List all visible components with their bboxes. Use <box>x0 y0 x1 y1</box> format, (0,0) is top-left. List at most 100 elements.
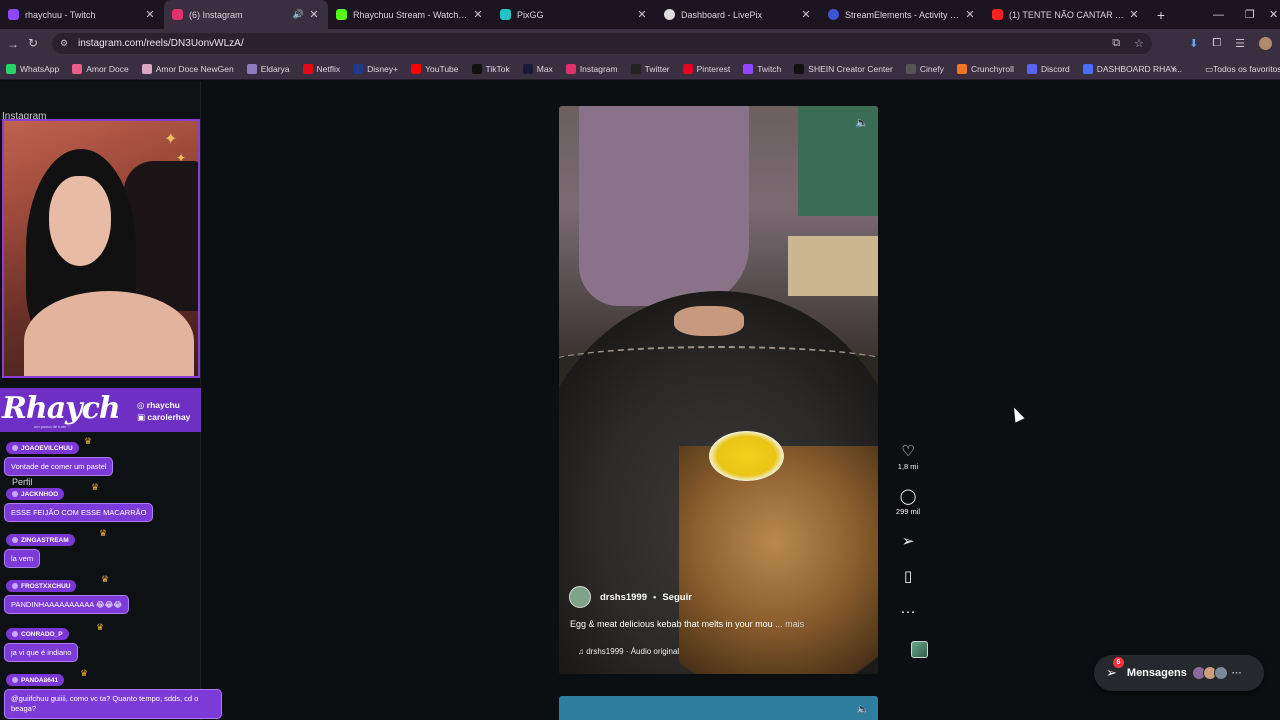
avatar <box>1213 666 1228 680</box>
caption-more-link[interactable]: ... mais <box>775 619 804 629</box>
bookmark-item[interactable]: Disney+ <box>353 63 398 74</box>
bookmark-item[interactable]: Twitter <box>630 63 670 74</box>
bookmark-item[interactable]: Cinefy <box>905 63 944 74</box>
youtube-icon <box>992 9 1003 20</box>
bookmark-item[interactable]: Crunchyroll <box>956 63 1014 74</box>
chat-username: PANDA8641 <box>6 674 65 686</box>
streamelements-icon <box>828 9 839 20</box>
mute-toggle-icon[interactable]: 🔈 <box>857 704 869 715</box>
profile-avatar[interactable] <box>1259 37 1272 50</box>
minimize-icon[interactable]: — <box>1213 0 1224 29</box>
bookmark-item[interactable]: Pinterest <box>682 63 730 74</box>
more-options-button[interactable]: ··· <box>888 604 928 620</box>
video-cook <box>579 106 749 306</box>
star-icon: ✦ <box>164 131 178 148</box>
install-app-icon[interactable]: ⧉ <box>1112 37 1120 50</box>
bookmark-item[interactable]: SHEIN Creator Center <box>794 63 893 74</box>
bookmark-label: SHEIN Creator Center <box>808 63 893 74</box>
messages-button[interactable]: ➢ 6 Mensagens ··· <box>1094 655 1264 691</box>
tab-kick[interactable]: Rhaychuu Stream - Watch Live ✕ <box>328 0 492 29</box>
tiktok-handle: ▣ carolerhay <box>137 412 191 422</box>
all-bookmarks-folder[interactable]: ▭ Todos os favoritos <box>1205 58 1280 80</box>
bookmark-item[interactable]: TikTok <box>471 63 510 74</box>
bookmark-item[interactable]: DASHBOARD RHAY... <box>1082 63 1182 74</box>
reel-caption: Egg & meat delicious kebab that melts in… <box>570 619 804 629</box>
tab-youtube[interactable]: (1) TENTE NÃO CANTAR AS 10 ✕ <box>984 0 1148 29</box>
reel-audio[interactable]: ♫ drshs1999 · Áudio original <box>578 647 679 656</box>
tab-label: rhaychuu - Twitch <box>25 9 96 20</box>
pixgg-icon <box>500 9 511 20</box>
close-icon[interactable]: ✕ <box>964 8 976 21</box>
like-button[interactable]: ♡ 1,8 mi <box>888 444 928 472</box>
like-count: 1,8 mi <box>897 462 919 471</box>
address-bar[interactable]: ⚙ instagram.com/reels/DN3UonvWLzA/ ⧉ ☆ <box>52 33 1152 54</box>
author-username[interactable]: drshs1999 <box>600 592 647 603</box>
comment-button[interactable]: ◯ 299 mil <box>888 488 928 517</box>
bookmarks-bar: WhatsApp Amor Doce Amor Doce NewGen Eldarya… <box>0 58 1280 80</box>
download-icon[interactable]: ⬇ <box>1189 37 1198 50</box>
reel-video[interactable]: 🔈 drshs1999 • Seguir Egg & meat deliciou… <box>559 106 878 674</box>
reload-icon[interactable]: ↻ <box>20 36 46 50</box>
tab-label: (6) Instagram <box>189 9 243 20</box>
next-reel-preview[interactable]: 🔈 <box>559 696 878 720</box>
video-hand <box>674 306 744 336</box>
close-icon[interactable]: ✕ <box>1128 8 1140 21</box>
tab-twitch[interactable]: rhaychuu - Twitch ✕ <box>0 0 164 29</box>
extensions-icon[interactable]: ⧠ <box>1212 37 1221 50</box>
media-controls-icon[interactable]: ☰ <box>1235 37 1245 50</box>
bookmark-label: Netflix <box>316 63 341 74</box>
speaker-icon[interactable]: 🔊 <box>293 9 304 20</box>
kick-icon <box>336 9 347 20</box>
save-button[interactable]: ▯ <box>888 569 928 585</box>
bookmark-item[interactable]: WhatsApp <box>6 63 59 74</box>
tab-livepix[interactable]: Dashboard - LivePix ✕ <box>656 0 820 29</box>
bookmark-item[interactable]: Max <box>522 63 553 74</box>
bookmarks-overflow-icon[interactable]: » <box>1172 58 1177 80</box>
bookmark-item[interactable]: Instagram <box>565 63 618 74</box>
bookmark-favicon-icon <box>1026 63 1037 74</box>
instagram-handle: ◎ rhaychu <box>137 400 180 410</box>
bookmark-label: Twitter <box>644 63 670 74</box>
follow-button[interactable]: Seguir <box>662 592 692 603</box>
bookmark-favicon-icon <box>353 63 364 74</box>
restore-icon[interactable]: ❐ <box>1245 0 1255 29</box>
bookmark-favicon-icon <box>565 63 576 74</box>
close-icon[interactable]: ✕ <box>800 8 812 21</box>
paper-plane-icon: ➢ <box>901 533 915 550</box>
bookmark-item[interactable]: YouTube <box>411 63 459 74</box>
chat-message: FROSTXXCHUU PANDINHAAAAAAAAAA 😂😂😂 ♛ <box>4 574 130 614</box>
ellipsis-icon: ··· <box>900 603 916 620</box>
tab-instagram[interactable]: (6) Instagram 🔊 ✕ <box>164 0 328 29</box>
author-avatar[interactable] <box>569 586 591 608</box>
chat-username: CONRADO_P <box>6 628 69 640</box>
tab-streamelements[interactable]: StreamElements - Activity feed ✕ <box>820 0 984 29</box>
close-icon[interactable]: ✕ <box>636 8 648 21</box>
share-button[interactable]: ➢ <box>888 534 928 550</box>
bookmark-favicon-icon <box>905 63 916 74</box>
bookmark-favicon-icon <box>411 63 422 74</box>
tab-label: Rhaychuu Stream - Watch Live <box>353 9 468 20</box>
site-info-icon[interactable]: ⚙ <box>60 38 72 49</box>
bookmark-item[interactable]: Discord <box>1026 63 1070 74</box>
close-icon[interactable]: ✕ <box>144 8 156 21</box>
chat-username: JACKNHOO <box>6 488 65 500</box>
tab-label: StreamElements - Activity feed <box>845 9 960 20</box>
mute-toggle-icon[interactable]: 🔈 <box>855 116 869 129</box>
bookmark-item[interactable]: Amor Doce NewGen <box>141 63 234 74</box>
bookmark-favicon-icon <box>630 63 641 74</box>
user-badge-icon <box>12 583 18 589</box>
bookmark-item[interactable]: Amor Doce <box>72 63 129 74</box>
bookmark-star-icon[interactable]: ☆ <box>1134 37 1144 50</box>
window-close-icon[interactable]: ✕ <box>1269 0 1278 29</box>
bookmark-item[interactable]: Netflix <box>302 63 341 74</box>
close-icon[interactable]: ✕ <box>308 8 320 21</box>
bookmark-item[interactable]: Twitch <box>743 63 781 74</box>
comment-icon: ◯ <box>899 488 917 505</box>
tab-pixgg[interactable]: PixGG ✕ <box>492 0 656 29</box>
bookmark-favicon-icon <box>1082 63 1093 74</box>
new-tab-button[interactable]: + <box>1148 7 1174 23</box>
close-icon[interactable]: ✕ <box>472 8 484 21</box>
bookmark-item[interactable]: Eldarya <box>246 63 290 74</box>
audio-thumbnail[interactable] <box>911 641 928 658</box>
browser-tab-strip: rhaychuu - Twitch ✕ (6) Instagram 🔊 ✕ Rh… <box>0 0 1280 29</box>
